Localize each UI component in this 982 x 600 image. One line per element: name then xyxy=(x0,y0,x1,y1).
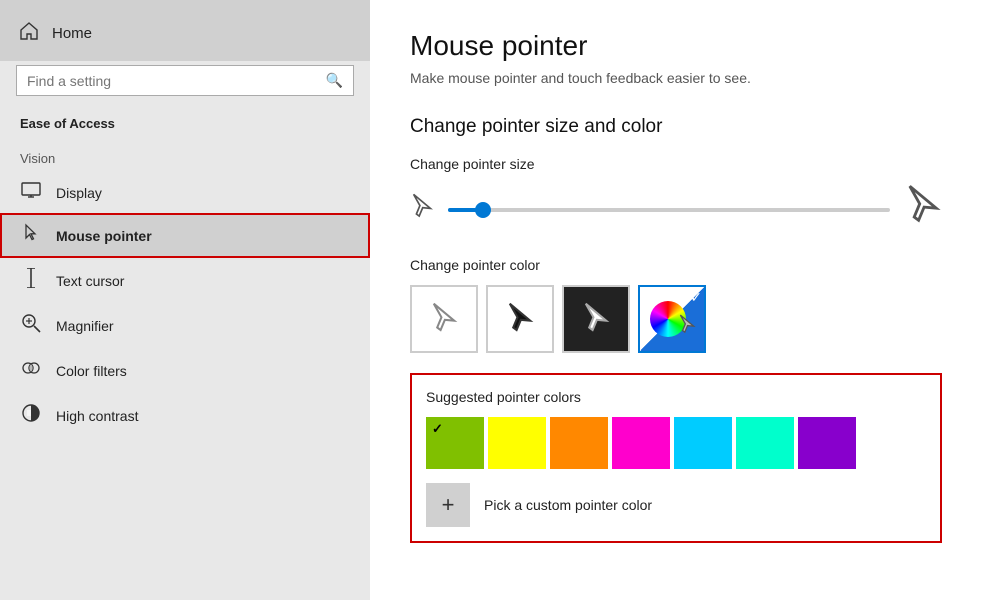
sidebar-item-magnifier[interactable]: Magnifier xyxy=(0,303,370,348)
swatch-6[interactable] xyxy=(736,417,794,469)
sidebar-item-text-cursor-label: Text cursor xyxy=(56,273,124,289)
swatch-1[interactable]: ✓ xyxy=(426,417,484,469)
black-cursor-preview xyxy=(488,287,552,351)
sidebar-item-display-label: Display xyxy=(56,185,102,201)
sidebar-item-high-contrast[interactable]: High contrast xyxy=(0,393,370,438)
swatch-4[interactable] xyxy=(612,417,670,469)
size-label: Change pointer size xyxy=(410,156,942,172)
pointer-size-slider[interactable] xyxy=(448,208,890,212)
color-option-black[interactable] xyxy=(486,285,554,353)
sidebar-home-button[interactable]: Home xyxy=(0,0,370,61)
color-option-inverted[interactable] xyxy=(562,285,630,353)
color-swatches: ✓ xyxy=(426,417,926,469)
white-cursor-preview xyxy=(412,287,476,351)
custom-color-row: + Pick a custom pointer color xyxy=(426,483,926,527)
sidebar-item-color-filters-label: Color filters xyxy=(56,363,127,379)
custom-cursor-icon xyxy=(678,314,696,341)
sidebar-category-label: Vision xyxy=(0,141,370,172)
magnifier-icon xyxy=(20,313,42,338)
swatch-2[interactable] xyxy=(488,417,546,469)
home-label: Home xyxy=(52,25,92,42)
sidebar-item-display[interactable]: Display xyxy=(0,172,370,213)
custom-color-label: Pick a custom pointer color xyxy=(484,497,652,513)
selected-checkmark: ✓ xyxy=(690,289,702,306)
sidebar-item-color-filters[interactable]: Color filters xyxy=(0,348,370,393)
pointer-size-slider-row xyxy=(410,184,942,235)
display-icon xyxy=(20,182,42,203)
mouse-pointer-icon xyxy=(20,223,42,248)
search-input[interactable] xyxy=(27,73,326,89)
search-box[interactable]: 🔍 xyxy=(16,65,354,96)
sidebar-item-mouse-pointer-label: Mouse pointer xyxy=(56,228,152,244)
color-option-white[interactable] xyxy=(410,285,478,353)
color-options: ✓ xyxy=(410,285,942,353)
color-option-custom[interactable]: ✓ xyxy=(638,285,706,353)
suggested-title: Suggested pointer colors xyxy=(426,389,926,405)
sidebar-item-high-contrast-label: High contrast xyxy=(56,408,138,424)
swatch-3[interactable] xyxy=(550,417,608,469)
add-custom-color-button[interactable]: + xyxy=(426,483,470,527)
inverted-cursor-preview xyxy=(564,287,628,351)
color-label: Change pointer color xyxy=(410,257,942,273)
sidebar-section-label: Ease of Access xyxy=(0,112,370,141)
text-cursor-icon xyxy=(20,268,42,293)
home-icon xyxy=(20,22,38,45)
sidebar-scroll: Vision Display Mouse pointer xyxy=(0,141,370,600)
suggested-colors-box: Suggested pointer colors ✓ + Pick a cust… xyxy=(410,373,942,543)
custom-cursor-preview: ✓ xyxy=(640,287,704,351)
sidebar-item-text-cursor[interactable]: Text cursor xyxy=(0,258,370,303)
sidebar-item-mouse-pointer[interactable]: Mouse pointer xyxy=(0,213,370,258)
search-icon[interactable]: 🔍 xyxy=(326,72,343,89)
sidebar-item-magnifier-label: Magnifier xyxy=(56,318,114,334)
swatch-5[interactable] xyxy=(674,417,732,469)
cursor-large-icon xyxy=(904,184,942,235)
cursor-small-icon xyxy=(410,193,434,226)
section-title: Change pointer size and color xyxy=(410,116,942,138)
page-title: Mouse pointer xyxy=(410,30,942,62)
slider-thumb[interactable] xyxy=(475,202,491,218)
high-contrast-icon xyxy=(20,403,42,428)
sidebar: Home 🔍 Ease of Access Vision Display xyxy=(0,0,370,600)
swatch-1-check: ✓ xyxy=(432,421,443,437)
swatch-7[interactable] xyxy=(798,417,856,469)
page-subtitle: Make mouse pointer and touch feedback ea… xyxy=(410,70,942,86)
main-content: Mouse pointer Make mouse pointer and tou… xyxy=(370,0,982,600)
color-filters-icon xyxy=(20,358,42,383)
